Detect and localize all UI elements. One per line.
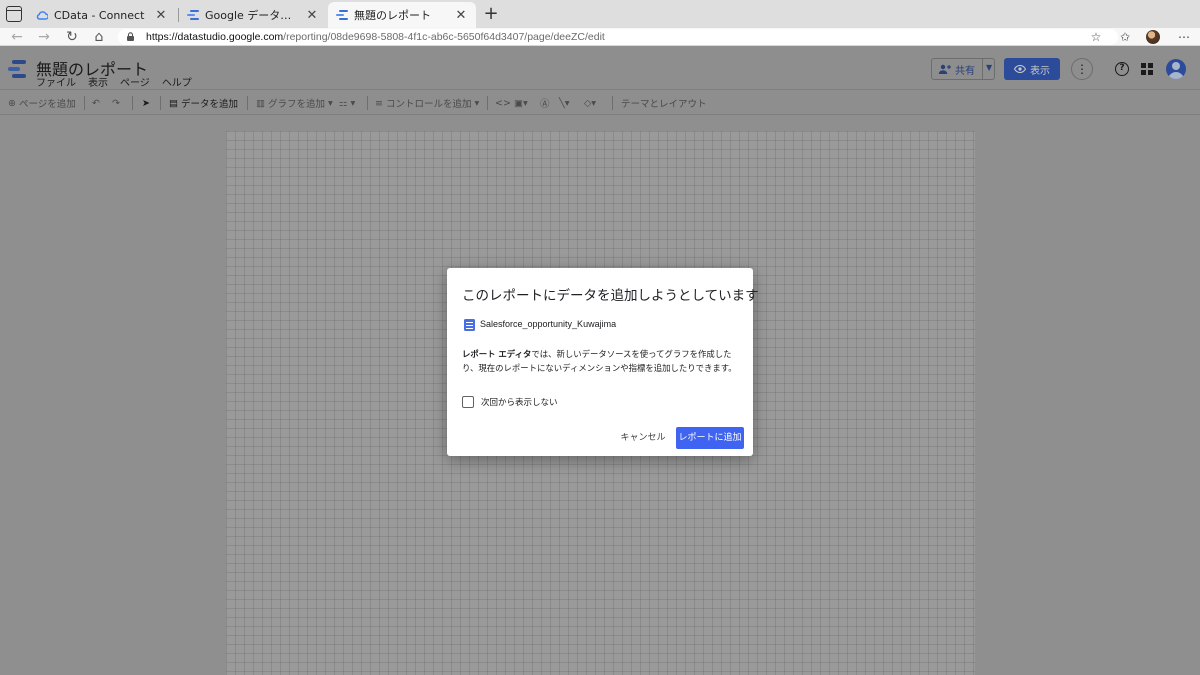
browser-tab-strip: CData - Connect ✕ Google データポータル ✕ 無題のレポ… — [0, 0, 1200, 28]
browser-tab-untitled-report[interactable]: 無題のレポート ✕ — [328, 2, 476, 28]
tab-label: Google データポータル — [205, 9, 299, 22]
browser-menu-icon[interactable]: ⋯ — [1176, 29, 1192, 45]
redo-icon[interactable]: ↷ — [112, 95, 120, 111]
lock-icon[interactable] — [126, 32, 135, 41]
forward-arrow-icon[interactable]: → — [33, 28, 55, 46]
menu-page[interactable]: ページ — [120, 74, 150, 89]
share-label: 共有 — [955, 65, 975, 77]
apps-grid-icon[interactable] — [1141, 63, 1153, 75]
menu-view[interactable]: 表示 — [88, 74, 108, 89]
add-chart-label: グラフを追加 — [267, 99, 325, 110]
theme-layout-button[interactable]: テーマとレイアウト — [621, 95, 707, 111]
add-circle-icon: ⊕ — [8, 97, 16, 109]
cancel-button[interactable]: キャンセル — [617, 428, 669, 448]
add-data-icon: ▤ — [169, 97, 178, 109]
theme-layout-label: テーマとレイアウト — [621, 99, 707, 110]
browser-address-bar: ← → ↻ ⌂ https://datastudio.google.com/re… — [0, 28, 1200, 46]
add-control-label: コントロールを追加 — [385, 99, 472, 110]
view-label: 表示 — [1030, 65, 1050, 77]
view-button[interactable]: 表示 — [1004, 58, 1060, 80]
account-avatar-icon[interactable] — [1166, 59, 1186, 79]
shape-icon[interactable]: ◇▾ — [584, 95, 596, 111]
add-control-button[interactable]: ≡ コントロールを追加 ▾ — [375, 95, 479, 111]
data-studio-logo-icon[interactable] — [8, 60, 28, 78]
url-host: https://datastudio.google.com — [146, 31, 284, 43]
add-page-label: ページを追加 — [18, 99, 76, 110]
undo-icon[interactable]: ↶ — [92, 95, 100, 111]
close-icon[interactable]: ✕ — [305, 8, 319, 23]
url-text[interactable]: https://datastudio.google.com/reporting/… — [146, 30, 605, 44]
dont-show-again-checkbox[interactable] — [462, 396, 474, 408]
shapes-grid-icon: ⚏ — [339, 97, 348, 109]
close-icon[interactable]: ✕ — [454, 8, 468, 23]
embed-code-icon[interactable]: <> — [495, 95, 511, 111]
url-path: /reporting/08de9698-5808-4f1c-ab6c-5650f… — [283, 31, 605, 43]
chevron-down-icon: ▾ — [328, 97, 333, 109]
add-person-icon — [938, 64, 951, 74]
add-chart-icon: ▥ — [256, 97, 265, 109]
tab-actions-icon[interactable] — [6, 6, 22, 22]
share-button[interactable]: 共有 ▼ — [931, 58, 995, 80]
back-arrow-icon[interactable]: ← — [6, 28, 28, 46]
help-icon[interactable]: ? — [1115, 62, 1129, 76]
eye-icon — [1014, 65, 1026, 73]
new-tab-plus-icon[interactable]: + — [482, 4, 500, 24]
browser-tab-data-portal[interactable]: Google データポータル ✕ — [179, 2, 327, 28]
browser-tab-cdata[interactable]: CData - Connect ✕ — [28, 2, 176, 28]
close-icon[interactable]: ✕ — [154, 8, 168, 23]
home-icon[interactable]: ⌂ — [88, 28, 110, 46]
favorite-star-icon[interactable]: ☆ — [1088, 29, 1104, 45]
datasource-name: Salesforce_opportunity_Kuwajima — [480, 319, 617, 329]
data-studio-icon — [187, 10, 199, 20]
image-icon[interactable]: ▣▾ — [514, 95, 528, 111]
add-data-dialog: このレポートにデータを追加しようとしています Salesforce_opport… — [447, 268, 759, 456]
add-to-report-button[interactable]: レポートに追加 — [676, 427, 744, 449]
report-editor-term: レポート エディタ — [462, 349, 532, 359]
filter-icon: ≡ — [375, 97, 383, 109]
data-studio-icon — [336, 10, 348, 20]
chevron-down-icon: ▾ — [474, 97, 480, 109]
chevron-down-icon[interactable]: ▼ — [986, 63, 992, 72]
browser-profile-avatar[interactable] — [1146, 30, 1160, 44]
menu-bar: ファイル 表示 ページ ヘルプ — [36, 74, 192, 89]
tab-label: 無題のレポート — [354, 9, 431, 22]
reload-icon[interactable]: ↻ — [61, 28, 83, 46]
datasource-icon — [464, 319, 475, 331]
chevron-down-icon: ▾ — [350, 97, 356, 109]
add-data-button[interactable]: ▤ データを追加 — [169, 95, 238, 111]
add-chart-button[interactable]: ▥ グラフを追加 ▾ — [256, 95, 333, 111]
dialog-title: このレポートにデータを追加しようとしています — [462, 288, 759, 304]
add-page-button[interactable]: ⊕ ページを追加 — [8, 95, 76, 111]
text-icon[interactable]: Ⓐ — [540, 95, 550, 111]
menu-help[interactable]: ヘルプ — [162, 74, 192, 89]
line-icon[interactable]: ╲▾ — [559, 95, 570, 111]
cloud-icon — [36, 11, 48, 20]
editor-toolbar: ⊕ ページを追加 ↶ ↷ ➤ ▤ データを追加 ▥ グラフを追加 ▾ ⚏ ▾ ≡… — [0, 89, 1200, 115]
more-options-icon[interactable]: ⋮ — [1071, 58, 1093, 80]
app-header: 無題のレポート ファイル 表示 ページ ヘルプ 共有 ▼ 表示 ⋮ ? — [0, 46, 1200, 89]
menu-file[interactable]: ファイル — [36, 74, 76, 89]
tab-label: CData - Connect — [54, 8, 145, 22]
collections-icon[interactable]: ✩ — [1117, 29, 1133, 45]
select-cursor-icon[interactable]: ➤ — [142, 95, 150, 111]
dont-show-again-label[interactable]: 次回から表示しない — [481, 396, 558, 408]
dialog-description: レポート エディタでは、新しいデータソースを使ってグラフを作成したり、現在のレポ… — [462, 347, 744, 375]
community-viz-button[interactable]: ⚏ ▾ — [339, 95, 355, 111]
add-data-label: データを追加 — [180, 99, 238, 110]
